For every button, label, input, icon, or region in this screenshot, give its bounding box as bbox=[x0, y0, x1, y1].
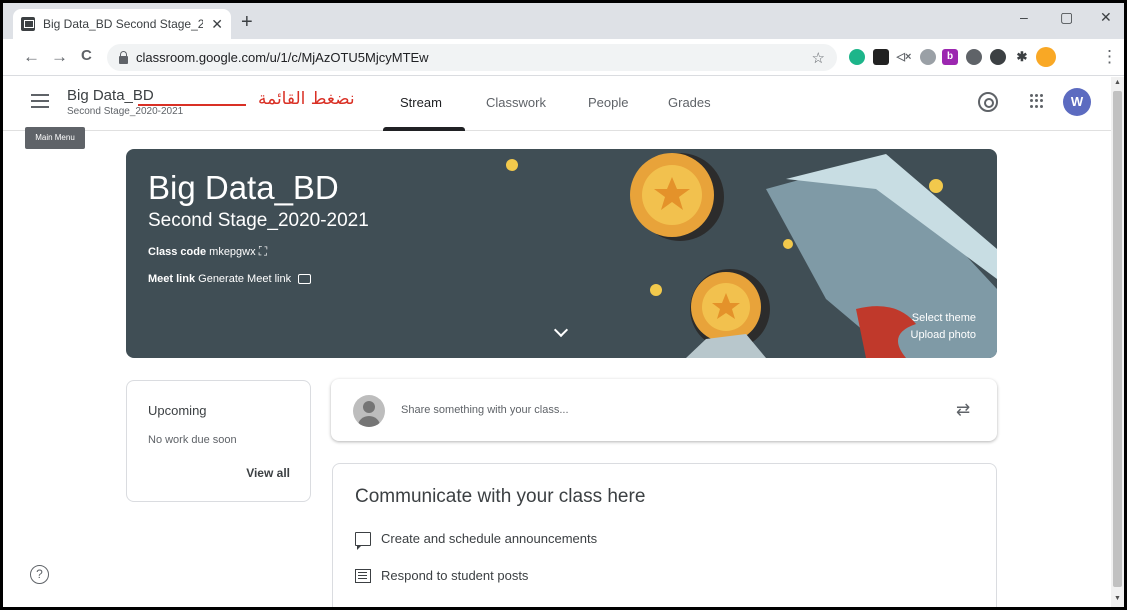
profile-avatar-icon[interactable] bbox=[1036, 47, 1056, 67]
main-menu-tooltip: Main Menu bbox=[25, 127, 85, 149]
list-item-label: Create and schedule announcements bbox=[381, 531, 598, 546]
s-extension-icon[interactable] bbox=[990, 49, 1006, 65]
repost-icon[interactable]: ⇄ bbox=[956, 400, 970, 420]
upcoming-title: Upcoming bbox=[148, 403, 207, 418]
tab-classwork[interactable]: Classwork bbox=[486, 95, 546, 110]
help-icon[interactable]: ? bbox=[30, 565, 49, 584]
puzzle-extensions-icon[interactable]: ✱ bbox=[1014, 49, 1030, 65]
list-item: Create and schedule announcements bbox=[355, 531, 598, 550]
reload-icon[interactable]: C bbox=[81, 47, 92, 64]
announcement-icon bbox=[355, 531, 371, 550]
bookmark-star-icon[interactable]: ☆ bbox=[812, 49, 825, 67]
class-code-value: mkepgwx bbox=[209, 246, 256, 258]
tab-bar: Big Data_BD Second Stage_2020 ✕ + – ▢ ✕ bbox=[3, 3, 1124, 39]
scroll-thumb[interactable] bbox=[1113, 91, 1122, 587]
scroll-down-icon[interactable]: ▼ bbox=[1114, 595, 1121, 602]
classroom-favicon-icon bbox=[21, 17, 35, 31]
share-placeholder[interactable]: Share something with your class... bbox=[401, 404, 569, 416]
upcoming-card: Upcoming No work due soon View all bbox=[126, 380, 311, 502]
meet-link-row: Meet link Generate Meet link bbox=[148, 273, 312, 285]
fullscreen-code-icon[interactable]: ⛶ bbox=[259, 244, 267, 258]
list-item: Respond to student posts bbox=[355, 568, 528, 583]
banner-class-section: Second Stage_2020-2021 bbox=[148, 210, 369, 231]
tab-stream[interactable]: Stream bbox=[400, 95, 442, 110]
class-section: Second Stage_2020-2021 bbox=[67, 106, 184, 117]
mute-extension-icon[interactable]: ◁× bbox=[896, 49, 912, 65]
lock-icon bbox=[119, 50, 128, 64]
forward-icon[interactable]: → bbox=[51, 47, 68, 67]
url-text: classroom.google.com/u/1/c/MjAzOTU5MjcyM… bbox=[136, 50, 429, 65]
b-extension-icon[interactable]: b bbox=[942, 49, 958, 65]
upload-photo-link[interactable]: Upload photo bbox=[911, 329, 976, 341]
tab-close-icon[interactable]: ✕ bbox=[211, 16, 223, 33]
communicate-title: Communicate with your class here bbox=[355, 486, 646, 507]
tab-people[interactable]: People bbox=[588, 95, 628, 110]
new-tab-button[interactable]: + bbox=[241, 11, 253, 34]
meet-link-label: Meet link bbox=[148, 273, 196, 285]
acrobat-extension-icon[interactable] bbox=[873, 49, 889, 65]
generate-meet-link[interactable]: Generate Meet link bbox=[198, 273, 291, 285]
select-theme-link[interactable]: Select theme bbox=[912, 312, 976, 324]
annotation-underline bbox=[138, 104, 246, 106]
page-scrollbar[interactable]: ▲ ▼ bbox=[1111, 77, 1124, 607]
upcoming-empty-text: No work due soon bbox=[148, 434, 237, 446]
annotation-text: نضغط القائمة bbox=[258, 89, 355, 109]
classroom-header: Big Data_BD Second Stage_2020-2021 نضغط … bbox=[3, 77, 1111, 131]
close-window-button[interactable]: ✕ bbox=[1100, 9, 1112, 26]
tab-grades[interactable]: Grades bbox=[668, 95, 711, 110]
url-field[interactable]: classroom.google.com/u/1/c/MjAzOTU5MjcyM… bbox=[107, 44, 837, 71]
maximize-button[interactable]: ▢ bbox=[1060, 9, 1073, 26]
extension-icon[interactable] bbox=[920, 49, 936, 65]
tab-title: Big Data_BD Second Stage_2020 bbox=[43, 17, 203, 31]
browser-tab[interactable]: Big Data_BD Second Stage_2020 ✕ bbox=[13, 9, 231, 39]
user-avatar bbox=[353, 395, 385, 427]
extension-icon[interactable] bbox=[966, 49, 982, 65]
scroll-up-icon[interactable]: ▲ bbox=[1114, 79, 1121, 86]
class-name[interactable]: Big Data_BD bbox=[67, 87, 154, 104]
banner-class-title: Big Data_BD bbox=[148, 169, 339, 206]
list-item-label: Respond to student posts bbox=[381, 568, 529, 583]
class-code-label: Class code bbox=[148, 246, 207, 258]
video-camera-icon[interactable] bbox=[298, 274, 312, 285]
class-code-row: Class code mkepgwx ⛶ bbox=[148, 244, 267, 259]
main-menu-icon[interactable] bbox=[31, 94, 49, 108]
settings-gear-icon[interactable] bbox=[978, 92, 998, 112]
back-icon[interactable]: ← bbox=[23, 47, 40, 67]
account-avatar[interactable]: W bbox=[1063, 88, 1091, 116]
class-banner: Big Data_BD Second Stage_2020-2021 Class… bbox=[126, 149, 997, 358]
posts-icon bbox=[355, 568, 371, 583]
view-all-link[interactable]: View all bbox=[246, 466, 290, 480]
google-apps-icon[interactable] bbox=[1030, 94, 1044, 108]
browser-window: Big Data_BD Second Stage_2020 ✕ + – ▢ ✕ … bbox=[3, 3, 1124, 607]
minimize-button[interactable]: – bbox=[1020, 9, 1028, 25]
browser-menu-icon[interactable]: ⋮ bbox=[1101, 47, 1118, 67]
active-tab-indicator bbox=[383, 127, 465, 131]
communicate-card: Communicate with your class here Create … bbox=[332, 463, 997, 607]
share-box[interactable]: Share something with your class... ⇄ bbox=[331, 379, 997, 441]
address-bar: ← → C classroom.google.com/u/1/c/MjAzOTU… bbox=[3, 39, 1124, 76]
grammarly-extension-icon[interactable] bbox=[849, 49, 865, 65]
